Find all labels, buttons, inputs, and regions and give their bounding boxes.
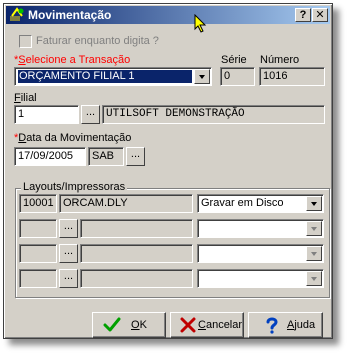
- title-help-button[interactable]: ?: [295, 8, 311, 22]
- filial-lookup-button[interactable]: ...: [81, 105, 100, 124]
- app-icon: [10, 7, 24, 21]
- serie-label: Série: [221, 54, 247, 66]
- layouts-group-label: Layouts/Impressoras: [21, 181, 128, 193]
- layout-row-file[interactable]: [80, 219, 193, 238]
- layout-row-action-value: Gravar em Disco: [201, 197, 284, 209]
- layout-row-action-select[interactable]: [197, 244, 324, 263]
- faturar-label: Faturar enquanto digita ?: [36, 35, 159, 47]
- layout-row-action-dropdown[interactable]: [306, 246, 322, 261]
- layout-row-action-select[interactable]: [197, 219, 324, 238]
- layout-row-file[interactable]: ORCAM.DLY: [59, 194, 193, 213]
- layout-row-lookup-button[interactable]: ...: [59, 219, 78, 238]
- ok-button[interactable]: OK: [92, 312, 166, 338]
- mouse-cursor-icon: [194, 14, 207, 33]
- serie-field: 0: [220, 67, 255, 86]
- layout-row-action-dropdown[interactable]: [306, 271, 322, 286]
- ok-label: OK: [131, 319, 147, 331]
- x-icon: [180, 317, 196, 333]
- layout-row-code[interactable]: [19, 219, 57, 238]
- window-title: Movimentação: [28, 8, 112, 22]
- layout-row-lookup-button[interactable]: ...: [59, 244, 78, 263]
- layout-row-code[interactable]: [19, 269, 57, 288]
- data-input[interactable]: 17/09/2005: [14, 147, 86, 166]
- transacao-dropdown-button[interactable]: [194, 69, 210, 84]
- data-label: *Data da Movimentação: [14, 132, 132, 144]
- filial-code-input[interactable]: 1: [14, 105, 79, 124]
- title-close-button[interactable]: ✕: [312, 8, 328, 22]
- layout-row-code[interactable]: [19, 244, 57, 263]
- transacao-select[interactable]: ORÇAMENTO FILIAL 1: [14, 67, 212, 86]
- question-icon: [266, 317, 278, 334]
- weekday-field: SAB: [88, 147, 124, 166]
- help-button[interactable]: Ajuda: [248, 312, 323, 338]
- layout-row-code[interactable]: 10001: [19, 194, 57, 213]
- date-picker-button[interactable]: ...: [126, 147, 145, 166]
- layout-row-file[interactable]: [80, 269, 193, 288]
- check-icon: [103, 317, 121, 332]
- transacao-selected-value: ORÇAMENTO FILIAL 1: [18, 70, 192, 83]
- cancel-label: Cancelar: [198, 319, 243, 331]
- layout-row-lookup-button[interactable]: ...: [59, 269, 78, 288]
- transacao-label: *Selecione a Transação: [14, 54, 131, 66]
- title-bar[interactable]: Movimentação ? ✕: [6, 6, 330, 24]
- numero-field: 1016: [259, 67, 325, 86]
- layout-row-action-select[interactable]: [197, 269, 324, 288]
- movimentacao-dialog: Movimentação ? ✕ Faturar enquanto digita…: [3, 3, 333, 339]
- layout-row-file[interactable]: [80, 244, 193, 263]
- filial-name-field: UTILSOFT DEMONSTRAÇÃO: [102, 105, 325, 124]
- layout-row-action-dropdown[interactable]: [306, 196, 322, 211]
- numero-label: Número: [260, 54, 300, 66]
- help-label: Ajuda: [287, 319, 316, 331]
- faturar-checkbox[interactable]: [19, 35, 32, 48]
- layout-row-action-dropdown[interactable]: [306, 221, 322, 236]
- cancel-button[interactable]: Cancelar: [170, 312, 244, 338]
- filial-label: Filial: [14, 92, 37, 104]
- layout-row-action-select[interactable]: Gravar em Disco: [197, 194, 324, 213]
